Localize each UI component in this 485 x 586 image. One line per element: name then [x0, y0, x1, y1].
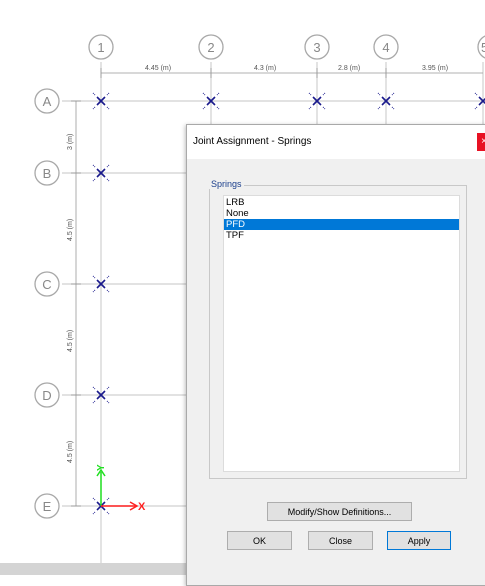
- spring-item-pfd[interactable]: PFD: [224, 219, 459, 230]
- ok-button[interactable]: OK: [227, 531, 292, 550]
- close-icon[interactable]: ×: [477, 133, 485, 151]
- spring-item-none[interactable]: None: [224, 208, 459, 219]
- springs-group-label: Springs: [209, 179, 244, 189]
- dialog-title-bar[interactable]: Joint Assignment - Springs ×: [187, 125, 485, 159]
- column-label-5: 5: [481, 40, 485, 55]
- x-axis-label: X: [138, 501, 146, 513]
- dim-x-4: 3.95 (m): [422, 65, 448, 72]
- dim-x-2: 4.3 (m): [254, 65, 276, 72]
- row-label-C: C: [42, 277, 51, 292]
- row-bubbles: [34, 88, 60, 519]
- springs-dialog: Joint Assignment - Springs × Springs LRB…: [186, 124, 485, 586]
- springs-listbox[interactable]: LRB None PFD TPF: [223, 195, 460, 472]
- y-axis-label: Y: [96, 464, 107, 471]
- spring-item-tpf[interactable]: TPF: [224, 230, 459, 241]
- column-label-3: 3: [313, 40, 320, 55]
- row-label-B: B: [43, 166, 52, 181]
- dim-y-4: 4.5 (m): [67, 441, 74, 463]
- row-label-D: D: [42, 388, 51, 403]
- spring-item-lrb[interactable]: LRB: [224, 197, 459, 208]
- row-label-A: A: [43, 94, 52, 109]
- dialog-title: Joint Assignment - Springs: [193, 136, 312, 147]
- status-bar: [0, 563, 186, 575]
- column-label-1: 1: [97, 40, 104, 55]
- dim-x-1: 4.45 (m): [145, 65, 171, 72]
- column-label-2: 2: [207, 40, 214, 55]
- dim-x-3: 2.8 (m): [338, 65, 360, 72]
- dim-y-1: 3 (m): [67, 134, 74, 150]
- modify-show-definitions-button[interactable]: Modify/Show Definitions...: [267, 502, 412, 521]
- dim-y-3: 4.5 (m): [67, 330, 74, 352]
- row-label-E: E: [43, 499, 52, 514]
- dim-y-2: 4.5 (m): [67, 219, 74, 241]
- column-label-4: 4: [382, 40, 389, 55]
- column-bubbles: [88, 34, 485, 60]
- apply-button[interactable]: Apply: [387, 531, 451, 550]
- close-button[interactable]: Close: [308, 531, 373, 550]
